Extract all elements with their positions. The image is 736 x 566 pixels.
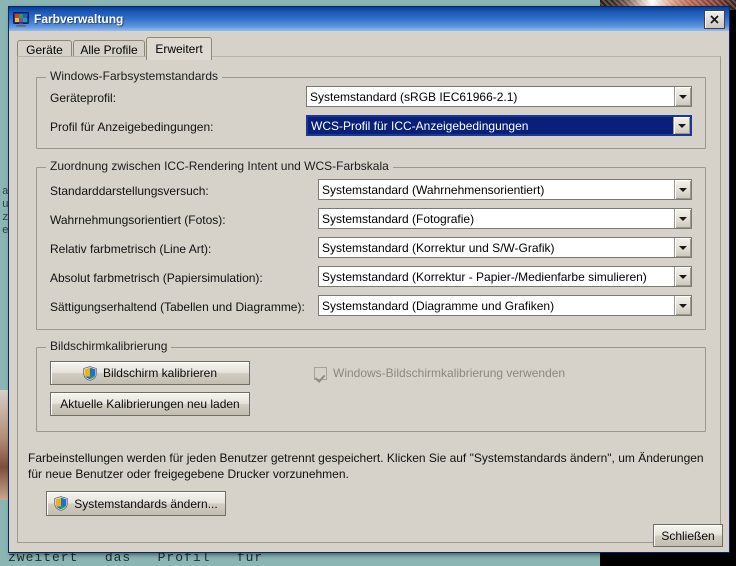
combo-absolut-farbmetrisch[interactable]: Systemstandard (Korrektur - Papier-/Medi… bbox=[318, 266, 692, 287]
use-windows-calibration-checkbox bbox=[314, 366, 327, 380]
calibrate-display-button[interactable]: Bildschirm kalibrieren bbox=[50, 361, 250, 385]
chevron-down-icon[interactable] bbox=[674, 296, 691, 315]
close-dialog-button[interactable]: Schließen bbox=[653, 524, 723, 547]
chevron-down-icon[interactable] bbox=[673, 117, 690, 134]
title-bar[interactable]: Farbverwaltung bbox=[9, 7, 729, 31]
tab-label: Geräte bbox=[26, 43, 63, 57]
group-legend: Bildschirmkalibrierung bbox=[46, 339, 172, 353]
combo-value: Systemstandard (Wahrnehmensorientiert) bbox=[322, 182, 545, 197]
combo-standarddarstellungsversuch[interactable]: Systemstandard (Wahrnehmensorientiert) bbox=[318, 179, 692, 200]
reload-calibrations-button[interactable]: Aktuelle Kalibrierungen neu laden bbox=[50, 392, 250, 416]
combo-value: Systemstandard (Diagramme und Grafiken) bbox=[322, 298, 555, 313]
chevron-down-icon[interactable] bbox=[674, 267, 691, 286]
combo-relativ-farbmetrisch[interactable]: Systemstandard (Korrektur und S/W-Grafik… bbox=[318, 237, 692, 258]
dialog-client-area: Geräte Alle Profile Erweitert Windows-Fa… bbox=[9, 31, 729, 552]
button-label: Schließen bbox=[661, 528, 715, 543]
combo-value: Systemstandard (sRGB IEC61966-2.1) bbox=[310, 89, 518, 104]
button-label: Bildschirm kalibrieren bbox=[102, 366, 218, 380]
label-relativ-farbmetrisch: Relativ farbmetrisch (Line Art): bbox=[50, 242, 212, 256]
combo-geraeteprofil[interactable]: Systemstandard (sRGB IEC61966-2.1) bbox=[306, 86, 692, 107]
button-label: Aktuelle Kalibrierungen neu laden bbox=[60, 397, 240, 411]
window-title: Farbverwaltung bbox=[34, 12, 124, 26]
chevron-down-icon[interactable] bbox=[674, 87, 691, 106]
label-geraeteprofil: Geräteprofil: bbox=[50, 91, 117, 105]
tab-label: Erweitert bbox=[155, 42, 203, 56]
label-standarddarstellungsversuch: Standarddarstellungsversuch: bbox=[50, 184, 209, 198]
button-label: Systemstandards ändern... bbox=[74, 496, 218, 511]
color-management-dialog: Farbverwaltung Geräte Alle Profile Erwei… bbox=[8, 6, 730, 553]
tab-erweitert[interactable]: Erweitert bbox=[146, 37, 212, 60]
group-icc-wcs-mapping: Zuordnung zwischen ICC-Rendering Intent … bbox=[36, 159, 706, 330]
group-legend: Windows-Farbsystemstandards bbox=[46, 69, 223, 83]
combo-value: Systemstandard (Fotografie) bbox=[322, 211, 475, 226]
chevron-down-icon[interactable] bbox=[674, 209, 691, 228]
use-windows-calibration-row: Windows-Bildschirmkalibrierung verwenden bbox=[314, 366, 565, 380]
change-system-defaults-button[interactable]: Systemstandards ändern... bbox=[46, 491, 226, 516]
color-monitor-icon bbox=[13, 11, 29, 27]
footer-info-line1: Farbeinstellungen werden für jeden Benut… bbox=[28, 451, 704, 465]
tab-label: Alle Profile bbox=[80, 43, 138, 57]
combo-value: Systemstandard (Korrektur - Papier-/Medi… bbox=[322, 269, 647, 284]
close-icon[interactable] bbox=[704, 9, 725, 29]
label-saettigungserhaltend: Sättigungserhaltend (Tabellen und Diagra… bbox=[50, 300, 305, 314]
chevron-down-icon[interactable] bbox=[674, 238, 691, 257]
combo-profil-anzeigebedingungen[interactable]: WCS-Profil für ICC-Anzeigebedingungen bbox=[306, 115, 692, 136]
combo-value: Systemstandard (Korrektur und S/W-Grafik… bbox=[322, 240, 555, 255]
label-wahrnehmungsorientiert: Wahrnehmungsorientiert (Fotos): bbox=[50, 213, 226, 227]
tab-panel-erweitert: Windows-Farbsystemstandards Geräteprofil… bbox=[17, 56, 721, 543]
group-windows-color-system-defaults: Windows-Farbsystemstandards Geräteprofil… bbox=[36, 69, 706, 149]
group-display-calibration: Bildschirmkalibrierung Bildschirm kalibr… bbox=[36, 339, 706, 432]
group-frame bbox=[36, 347, 706, 432]
footer-info-text: Farbeinstellungen werden für jeden Benut… bbox=[28, 450, 708, 482]
shield-icon bbox=[83, 365, 97, 381]
label-profil-anzeigebedingungen: Profil für Anzeigebedingungen: bbox=[50, 120, 214, 134]
combo-saettigungserhaltend[interactable]: Systemstandard (Diagramme und Grafiken) bbox=[318, 295, 692, 316]
label-absolut-farbmetrisch: Absolut farbmetrisch (Papiersimulation): bbox=[50, 271, 263, 285]
checkbox-label: Windows-Bildschirmkalibrierung verwenden bbox=[333, 366, 566, 380]
combo-wahrnehmungsorientiert[interactable]: Systemstandard (Fotografie) bbox=[318, 208, 692, 229]
group-legend: Zuordnung zwischen ICC-Rendering Intent … bbox=[46, 159, 393, 173]
shield-icon bbox=[54, 496, 68, 511]
footer-info-line2: für neue Benutzer oder freigegebene Druc… bbox=[28, 467, 349, 481]
chevron-down-icon[interactable] bbox=[674, 180, 691, 199]
combo-value: WCS-Profil für ICC-Anzeigebedingungen bbox=[308, 117, 673, 134]
